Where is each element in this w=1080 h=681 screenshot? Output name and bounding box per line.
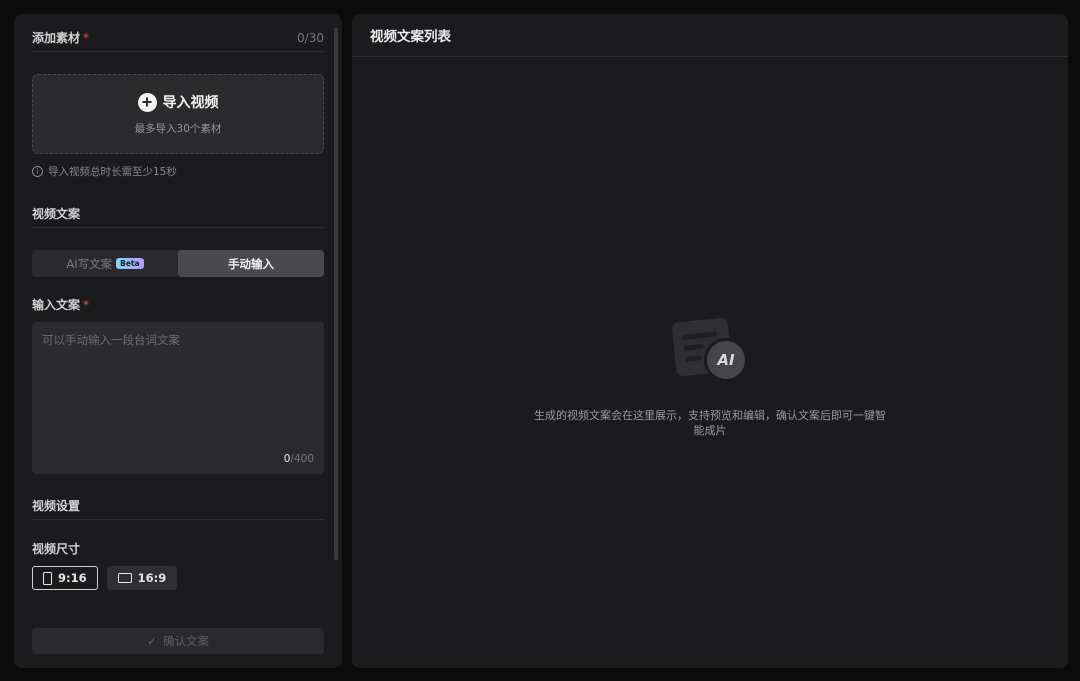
portrait-icon <box>43 571 52 585</box>
size-9-16-label: 9:16 <box>58 571 87 585</box>
copy-section-header: 视频文案 <box>32 200 324 228</box>
copy-textarea[interactable] <box>42 332 314 452</box>
materials-header: 添加素材 * 0/30 <box>32 24 324 52</box>
duration-hint: i 导入视频总时长需至少15秒 <box>32 164 177 179</box>
tab-manual-input[interactable]: 手动输入 <box>178 250 324 277</box>
doc-line <box>683 343 705 351</box>
landscape-icon <box>117 573 132 583</box>
copy-list-title: 视频文案列表 <box>352 14 1068 57</box>
info-icon: i <box>32 166 43 177</box>
video-size-options: 9:16 16:9 <box>32 566 178 590</box>
copy-mode-tabs: AI写文案 Beta 手动输入 <box>32 250 324 277</box>
ai-badge-icon: AI <box>704 338 748 382</box>
duration-hint-text: 导入视频总时长需至少15秒 <box>48 166 177 178</box>
materials-title: 添加素材 <box>32 31 81 45</box>
check-icon: ✓ <box>146 634 158 648</box>
materials-title-wrap: 添加素材 * <box>32 29 89 46</box>
left-panel-scrollbar[interactable] <box>334 28 338 560</box>
tab-ai-write-label: AI写文案 <box>66 256 113 271</box>
tab-ai-write[interactable]: AI写文案 Beta <box>32 250 178 277</box>
required-mark: * <box>83 31 90 45</box>
size-16-9-button[interactable]: 16:9 <box>106 566 178 590</box>
input-copy-label-text: 输入文案 <box>32 298 81 312</box>
copy-textarea-wrap: 0/400 <box>32 322 324 474</box>
right-panel: 视频文案列表 AI 生成的视频文案会在这里展示，支持预览和编辑，确认文案后即可一… <box>352 14 1068 668</box>
video-size-label: 视频尺寸 <box>32 542 81 556</box>
left-panel-content: 添加素材 * 0/30 导入视频 最多导入30个素材 i 导入视频总时长需至少15… <box>32 14 324 668</box>
import-video-sub: 最多导入30个素材 <box>134 123 222 135</box>
beta-badge: Beta <box>116 258 144 269</box>
import-video-button[interactable]: 导入视频 最多导入30个素材 <box>32 74 324 154</box>
char-count-max: /400 <box>290 453 314 465</box>
copy-section-title: 视频文案 <box>32 207 81 221</box>
settings-title: 视频设置 <box>32 499 81 513</box>
input-copy-label: 输入文案 * <box>32 296 89 313</box>
import-video-label: 导入视频 <box>162 95 219 111</box>
confirm-copy-label: 确认文案 <box>163 634 210 648</box>
size-9-16-button[interactable]: 9:16 <box>32 566 98 590</box>
tab-manual-input-label: 手动输入 <box>228 256 274 271</box>
empty-state-text: 生成的视频文案会在这里展示，支持预览和编辑，确认文案后即可一键智能成片 <box>534 409 886 437</box>
ai-document-icon: AI <box>670 317 750 384</box>
empty-state: AI 生成的视频文案会在这里展示，支持预览和编辑，确认文案后即可一键智能成片 <box>352 317 1068 438</box>
doc-line <box>684 355 702 362</box>
plus-circle-icon <box>137 92 157 112</box>
materials-count: 0/30 <box>297 30 324 45</box>
doc-line <box>682 331 717 340</box>
settings-header: 视频设置 <box>32 492 324 520</box>
left-panel: 添加素材 * 0/30 导入视频 最多导入30个素材 i 导入视频总时长需至少15… <box>14 14 342 668</box>
required-mark: * <box>83 298 90 312</box>
size-16-9-label: 16:9 <box>137 571 167 585</box>
import-video-row: 导入视频 <box>137 92 219 112</box>
confirm-copy-button[interactable]: ✓ 确认文案 <box>32 628 324 654</box>
char-count: 0/400 <box>284 453 314 465</box>
